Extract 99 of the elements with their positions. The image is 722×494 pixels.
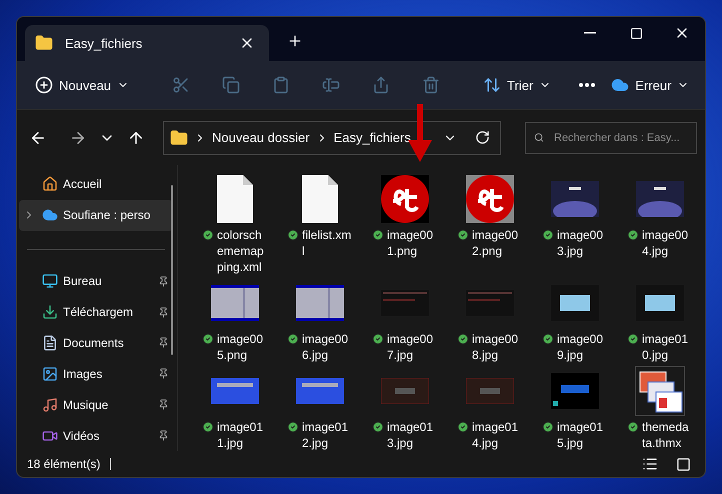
file-name: image005.png [217,331,264,363]
list-icon [642,456,658,472]
plus-icon [287,33,303,49]
file-name: image001.png [387,227,434,259]
file-name: image011.jpg [217,419,264,451]
folder-tab[interactable]: Easy_fichiers [25,25,269,61]
sidebar-item[interactable]: Soufiane : perso [19,200,173,231]
file-name: image015.jpg [557,419,604,451]
copy-icon [222,76,240,94]
file-item[interactable]: image007.jpg [362,277,447,363]
new-button[interactable]: Nouveau [29,70,136,100]
screenshot-thumbnail [636,285,684,321]
cloud-icon [42,207,58,224]
file-name: image013.jpg [387,419,434,451]
item-count: 18 élément(s) [27,457,100,471]
file-name: image002.png [472,227,520,259]
screenshot-thumbnail [466,378,514,404]
cloud-icon [611,76,630,94]
file-name: image012.jpg [302,419,350,451]
file-item[interactable]: image014.jpg [447,365,532,451]
search-icon [534,131,544,144]
image-icon [42,366,58,382]
folder-icon [35,34,53,52]
sidebar-item[interactable]: Bureau [19,266,173,297]
file-name: image009.jpg [557,331,604,363]
file-item[interactable]: image006.jpg [277,277,362,363]
file-item[interactable]: image011.jpg [192,365,277,451]
file-item[interactable]: filelist.xml [277,173,362,275]
file-name: image007.jpg [387,331,434,363]
screenshot-thumbnail [550,181,598,217]
music-icon [42,396,58,413]
file-name: colorschememapping.xml [217,227,265,275]
sidebar-item[interactable]: Vidéos [19,420,173,451]
file-item[interactable]: image004.jpg [617,173,702,275]
sidebar-item[interactable]: Documents [19,327,173,358]
address-bar[interactable]: Nouveau dossier Easy_fichiers [163,120,501,154]
document-icon [42,334,58,351]
screenshot-thumbnail [380,378,428,404]
blank-file-icon [216,175,252,223]
share-icon [372,76,390,94]
screenshot-thumbnail [296,285,344,321]
paste-icon [272,76,290,94]
folder-icon [170,128,188,146]
breadcrumb[interactable]: Nouveau dossier [212,130,310,145]
file-name: image006.jpg [302,331,350,363]
file-name: themedata.thmx [642,419,690,451]
file-item[interactable]: image012.jpg [277,365,362,451]
theme-file-icon [634,366,684,416]
file-item[interactable]: image005.png [192,277,277,363]
download-icon [42,304,58,320]
file-item[interactable]: themedata.thmx [617,365,702,451]
search-field[interactable]: Rechercher dans : Easy... [554,132,688,144]
file-item[interactable]: image001.png [362,173,447,275]
blank-file-icon [302,175,338,223]
more-icon [579,83,596,87]
sidebar-item[interactable]: Musique [19,389,173,420]
file-name: image003.jpg [557,227,604,259]
file-item[interactable]: image009.jpg [532,277,617,363]
delete-icon [422,76,440,94]
screenshot-thumbnail [296,378,344,404]
maximize-icon [630,26,642,40]
sort-arrows-icon [483,76,502,94]
screenshot-thumbnail [550,373,598,409]
file-item[interactable]: image013.jpg [362,365,447,451]
minimize-icon [584,32,596,34]
sidebar-item[interactable]: Accueil [19,169,173,200]
file-name: image008.jpg [472,331,520,363]
screenshot-thumbnail [550,285,598,321]
screenshot-thumbnail [466,290,514,316]
file-item[interactable]: colorschememapping.xml [192,173,277,275]
screenshot-thumbnail [636,181,684,217]
file-name: filelist.xml [302,227,352,259]
file-item[interactable]: image010.jpg [617,277,702,363]
file-item[interactable]: image015.jpg [532,365,617,451]
file-name: image014.jpg [472,419,520,451]
sidebar-item[interactable]: Téléchargem [19,296,173,328]
file-item[interactable]: image008.jpg [447,277,532,363]
home-icon [42,176,58,192]
desktop-icon [42,273,58,290]
tile-icon [676,456,691,472]
rename-icon [322,76,340,94]
screenshot-thumbnail [380,290,428,316]
search-box[interactable]: Rechercher dans : Easy... [525,122,697,154]
logo-thumbnail [380,175,428,223]
plus-circle-icon [35,76,53,94]
breadcrumb[interactable]: Easy_fichiers [334,130,411,145]
file-name: image004.jpg [642,227,690,259]
screenshot-thumbnail [210,285,258,321]
file-item[interactable]: image002.png [447,173,532,275]
file-name: image010.jpg [642,331,690,363]
tab-title: Easy_fichiers [65,36,144,50]
screenshot-thumbnail [210,378,258,404]
refresh-icon [475,130,490,145]
sort-button[interactable]: Trier [477,70,558,100]
sidebar-item[interactable]: Images [19,358,173,390]
file-item[interactable]: image003.jpg [532,173,617,275]
cut-icon [172,76,190,94]
account-button[interactable]: Erreur [605,70,696,100]
logo-thumbnail [466,175,514,223]
